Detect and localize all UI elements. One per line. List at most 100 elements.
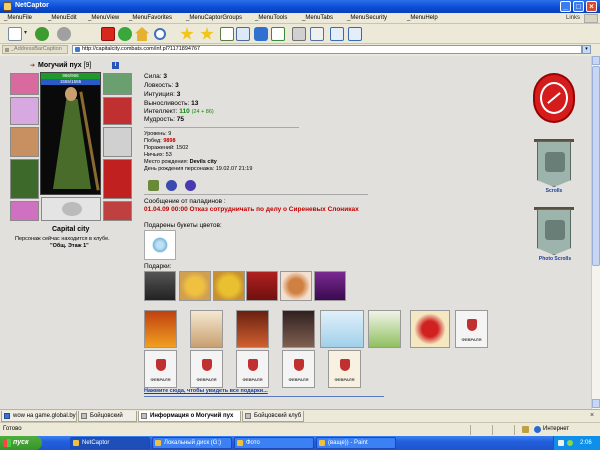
- menu-captor-groups[interactable]: _MenuCaptorGroups: [186, 15, 242, 21]
- close-button[interactable]: ×: [586, 1, 597, 12]
- task-netcaptor[interactable]: NetCaptor: [70, 437, 150, 449]
- scrolls-label[interactable]: Scrolls: [534, 188, 574, 194]
- mail-icon[interactable]: [310, 27, 324, 41]
- amulet-slot[interactable]: [103, 73, 132, 95]
- belt-slot[interactable]: [10, 201, 39, 221]
- favorites-star-icon[interactable]: [180, 27, 194, 40]
- postcard-icon[interactable]: [410, 310, 450, 348]
- menu-tabs[interactable]: _MenuTabs: [302, 15, 333, 21]
- helmet-slot[interactable]: [10, 73, 39, 95]
- refresh-icon[interactable]: [118, 27, 132, 41]
- split-view-icon[interactable]: [348, 27, 362, 41]
- print-icon[interactable]: [292, 27, 306, 41]
- archer-emblem[interactable]: [533, 73, 575, 123]
- tab-character-info[interactable]: Информация о Могучий пух: [138, 411, 241, 422]
- tab-fight-club-2[interactable]: Бойцовский клуб: [242, 411, 304, 422]
- photo-scrolls-icon[interactable]: [537, 209, 571, 255]
- medal-icon[interactable]: [148, 180, 159, 191]
- medal-icon[interactable]: [166, 180, 177, 191]
- address-dropdown-button[interactable]: ▾: [582, 45, 591, 54]
- search-icon[interactable]: [154, 28, 166, 40]
- security-zone[interactable]: Интернет: [534, 426, 569, 433]
- postcard-icon[interactable]: ФЕВРАЛЯ: [328, 350, 361, 388]
- vertical-scrollbar[interactable]: [591, 56, 600, 409]
- postcard-icon[interactable]: ФЕВРАЛЯ: [144, 350, 177, 388]
- postcard-icon[interactable]: ФЕВРАЛЯ: [282, 350, 315, 388]
- zoom-icon[interactable]: [254, 27, 268, 41]
- tree-icon[interactable]: [271, 27, 285, 41]
- gift-accordion-icon[interactable]: [144, 271, 176, 301]
- scroll-up-button[interactable]: [592, 56, 600, 65]
- postcard-icon[interactable]: [144, 310, 177, 348]
- new-page-icon[interactable]: [8, 27, 22, 41]
- record-birthplace: Место рождения: Devils city: [144, 159, 217, 165]
- start-button[interactable]: пуск: [0, 436, 42, 450]
- stop-icon[interactable]: [101, 27, 115, 41]
- home-icon[interactable]: [135, 27, 149, 41]
- back-icon[interactable]: [35, 27, 49, 41]
- page-tools-icon[interactable]: [236, 27, 250, 41]
- emblem-icon: [294, 359, 304, 371]
- menu-view[interactable]: _MenuView: [88, 15, 119, 21]
- tray-icon[interactable]: [558, 440, 564, 446]
- flower-bouquet-icon[interactable]: [144, 230, 176, 260]
- postcard-icon[interactable]: [236, 310, 269, 348]
- postcard-icon[interactable]: [190, 310, 223, 348]
- emblem-icon: [340, 359, 350, 371]
- forward-icon[interactable]: [57, 27, 71, 41]
- minimize-button[interactable]: _: [560, 1, 571, 12]
- postcard-icon[interactable]: ФЕВРАЛЯ: [455, 310, 488, 348]
- card-label: ФЕВРАЛЯ: [196, 377, 217, 382]
- photo-scrolls-label[interactable]: Photo Scrolls: [530, 256, 580, 262]
- boots-slot[interactable]: [103, 201, 132, 221]
- page-doc-icon[interactable]: [220, 27, 234, 41]
- window-title: NetCaptor: [15, 2, 49, 9]
- gift-card-icon[interactable]: [314, 271, 346, 301]
- show-all-gifts-link[interactable]: Нажмите сюда, чтобы увидеть все подарки.…: [144, 388, 268, 394]
- postcard-icon[interactable]: [282, 310, 315, 348]
- armor-slot[interactable]: [10, 159, 39, 199]
- city-name[interactable]: Capital city: [52, 226, 89, 233]
- shield-slot[interactable]: [103, 127, 132, 157]
- gift-teddy-bear-icon[interactable]: [280, 271, 312, 301]
- postcard-icon[interactable]: ФЕВРАЛЯ: [190, 350, 223, 388]
- add-favorite-icon[interactable]: [200, 27, 214, 40]
- pants-slot[interactable]: [103, 159, 132, 199]
- task-local-disk[interactable]: Локальный диск (G:): [152, 437, 232, 449]
- weapon-slot[interactable]: [10, 127, 39, 157]
- menu-favorites[interactable]: _MenuFavorites: [129, 15, 172, 21]
- tab-icon: [245, 413, 251, 419]
- close-tab-icon[interactable]: ×: [590, 412, 594, 419]
- links-toolbar-label[interactable]: Links: [566, 15, 580, 21]
- scroll-thumb[interactable]: [592, 66, 600, 266]
- scroll-down-button[interactable]: [592, 399, 600, 408]
- task-paint[interactable]: (ваще)) - Paint: [316, 437, 396, 449]
- tab-fight-club[interactable]: Бойцовский клуб: [78, 411, 137, 429]
- menu-file[interactable]: _MenuFile: [4, 15, 32, 21]
- postcard-icon[interactable]: [368, 310, 401, 348]
- tab-icon: [4, 413, 10, 419]
- info-icon[interactable]: i: [112, 62, 119, 69]
- side-panel-icon[interactable]: [330, 27, 344, 41]
- toolbar-gripper[interactable]: [584, 14, 598, 23]
- scrolls-icon[interactable]: [537, 141, 571, 187]
- gloves-slot[interactable]: [103, 97, 132, 125]
- earrings-slot[interactable]: [10, 97, 39, 125]
- gift-ornament-icon[interactable]: [179, 271, 211, 301]
- task-photos[interactable]: Фото: [234, 437, 314, 449]
- postcard-icon[interactable]: ФЕВРАЛЯ: [236, 350, 269, 388]
- menu-edit[interactable]: _MenuEdit: [48, 15, 77, 21]
- tray-icon[interactable]: [567, 440, 573, 446]
- address-input[interactable]: http://capitalcity.combats.com/inf.pl?11…: [72, 45, 582, 54]
- gift-banner-icon[interactable]: [246, 271, 278, 301]
- menu-help[interactable]: _MenuHelp: [407, 15, 438, 21]
- medal-icon[interactable]: [185, 180, 196, 191]
- menu-security[interactable]: _MenuSecurity: [347, 15, 387, 21]
- tab-wow-game[interactable]: wow на game.global.by: [1, 411, 77, 422]
- clock: 2:06: [580, 440, 592, 446]
- chevron-down-icon[interactable]: ▾: [24, 29, 29, 43]
- menu-tools[interactable]: _MenuTools: [255, 15, 287, 21]
- maximize-button[interactable]: □: [573, 1, 584, 12]
- postcard-icon[interactable]: [320, 310, 364, 348]
- gift-gold-icon[interactable]: [213, 271, 245, 301]
